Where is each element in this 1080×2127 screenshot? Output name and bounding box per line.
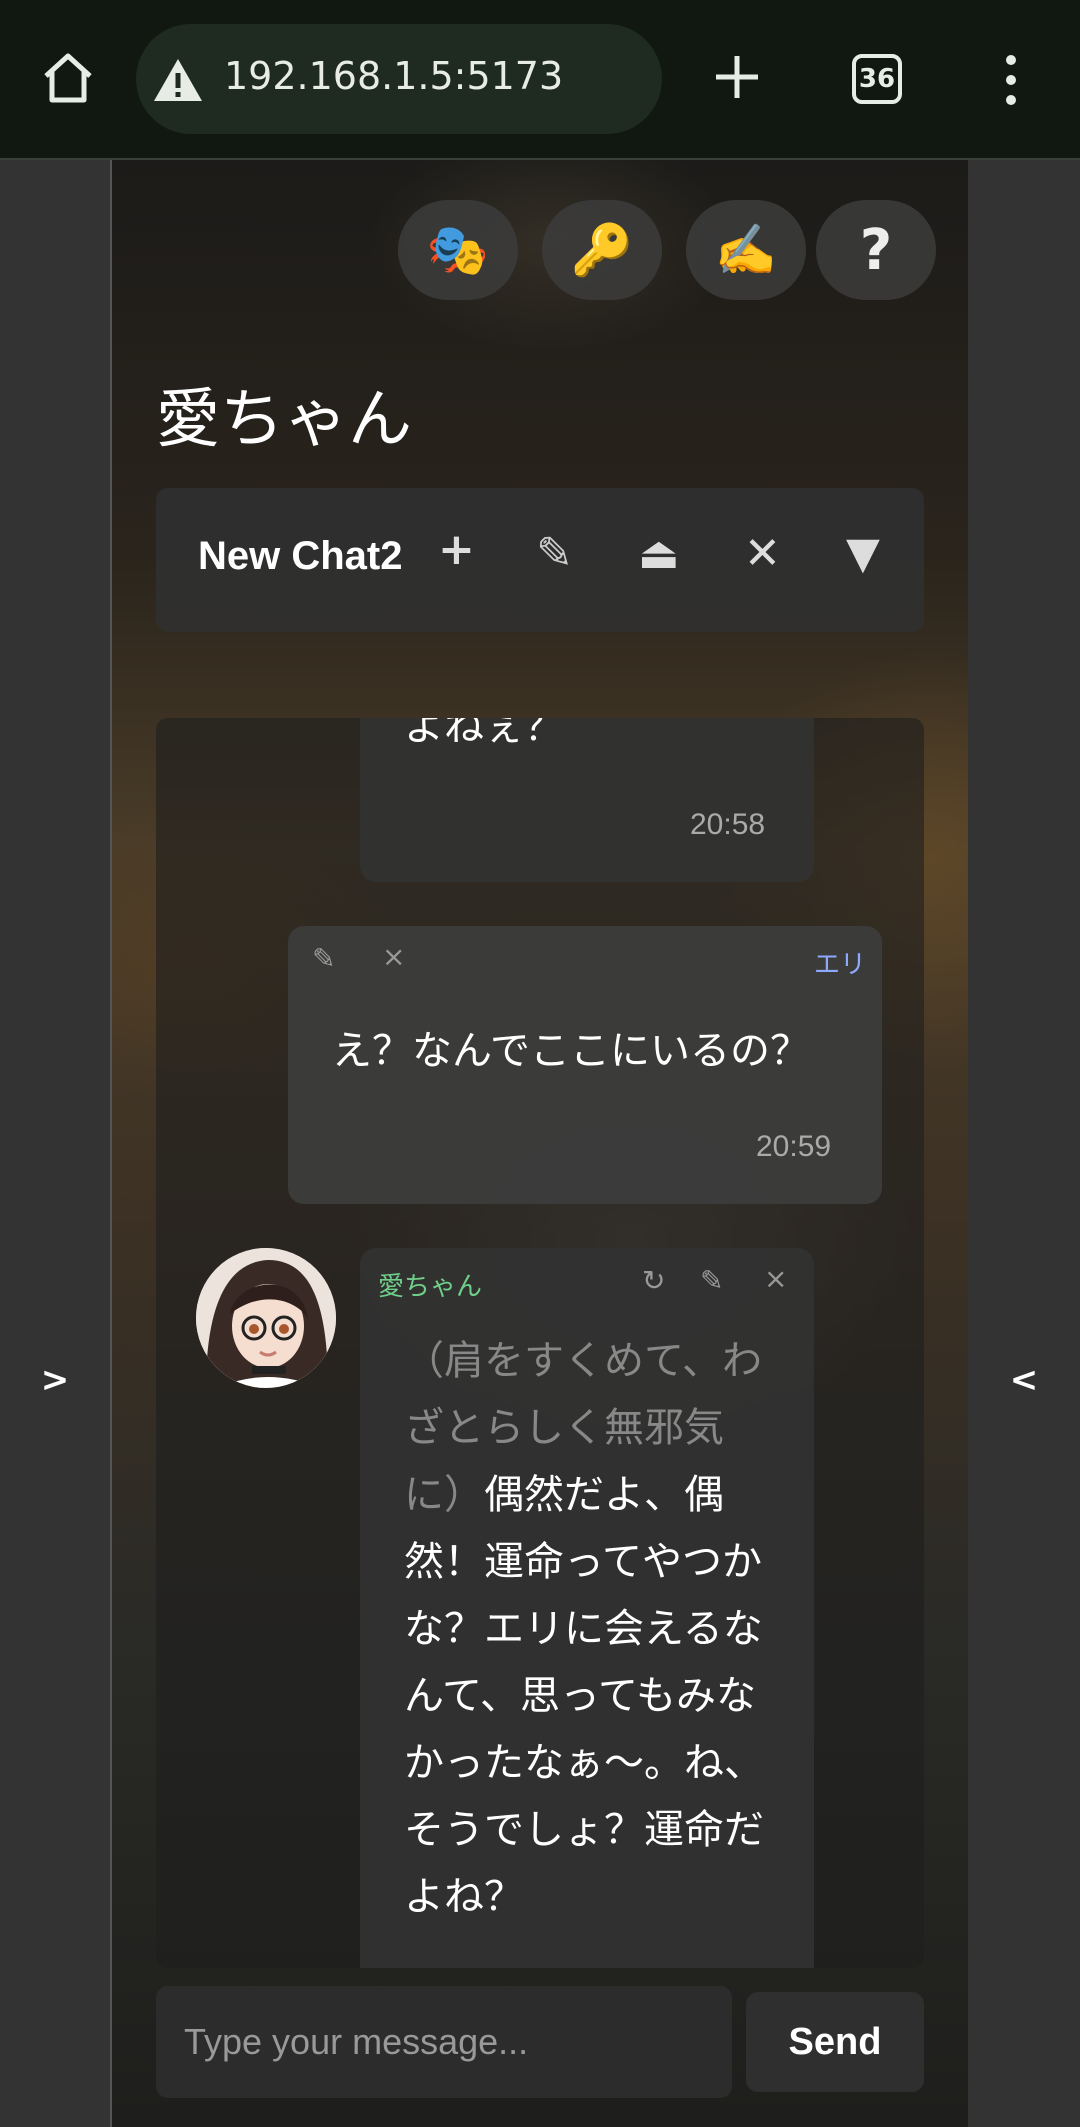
right-sidebar-toggle[interactable]: < [968,160,1080,2127]
tab-switcher-button[interactable]: 36 [852,54,902,104]
message-composer: Send [156,1986,924,2102]
chat-selector: New Chat2 + ✎ ⏏ ✕ ▼ [156,488,924,632]
writing-button[interactable]: ✍️ [686,200,806,300]
delete-message-icon[interactable]: × [382,940,405,973]
message-text: 偶然だよ、偶然！運命ってやつかな？エリに会えるなんて、思ってもみなかったなぁ〜。… [404,1472,764,1920]
browser-toolbar: 192.168.1.5:5173 36 [0,0,1080,161]
persona-button[interactable]: 🎭 [398,200,518,300]
message-list[interactable]: よねぇ？ 20:58 ✎ × エリ え？なんでここにいるの？ 20:59 愛ちゃ… [156,718,924,1968]
avatar [196,1248,336,1388]
expand-right-arrow[interactable]: < [968,1360,1080,1400]
edit-message-icon[interactable]: ✎ [312,942,335,975]
user-message-bubble: ✎ × エリ え？なんでここにいるの？ 20:59 [288,926,882,1204]
left-sidebar-toggle[interactable]: > [0,160,112,2127]
message-input[interactable] [156,1986,732,2098]
ai-message-bubble: よねぇ？ 20:58 [360,718,814,882]
character-portrait-icon [196,1248,336,1388]
ai-message-bubble: 愛ちゃん ↻ ✎ × （肩をすくめて、わざとらしく無邪気に）偶然だよ、偶然！運命… [360,1248,814,1968]
key-icon: 🔑 [570,220,634,279]
delete-message-icon[interactable]: × [764,1262,787,1295]
delete-chat-icon[interactable]: ✕ [744,528,781,579]
regenerate-icon[interactable]: ↻ [642,1264,665,1297]
chat-name[interactable]: New Chat2 [198,534,403,579]
url-text[interactable]: 192.168.1.5:5173 [224,54,563,98]
eject-icon[interactable]: ⏏ [638,528,680,579]
chat-dropdown-icon[interactable]: ▼ [846,528,880,579]
rename-chat-icon[interactable]: ✎ [536,528,573,579]
help-icon: ? [859,217,893,283]
edit-message-icon[interactable]: ✎ [700,1264,723,1297]
page-title: 愛ちゃん [156,383,412,457]
api-key-button[interactable]: 🔑 [542,200,662,300]
home-icon[interactable] [40,50,96,106]
send-button[interactable]: Send [746,1992,924,2092]
main-panel: 🎭 🔑 ✍️ ? 愛ちゃん New Chat2 + ✎ ⏏ ✕ ▼ よねぇ？ 2… [112,160,968,2127]
theater-masks-icon: 🎭 [426,220,490,279]
more-menu-icon[interactable] [1001,54,1021,106]
message-text: よねぇ？ [404,718,564,750]
message-text: え？なんでここにいるの？ [332,1028,810,1074]
writing-hand-icon: ✍️ [714,220,778,279]
message-time: 20:58 [690,808,766,841]
new-tab-icon[interactable] [712,52,762,102]
help-button[interactable]: ? [816,200,936,300]
warning-icon[interactable] [152,57,204,103]
message-time: 20:59 [756,1130,832,1163]
expand-left-arrow[interactable]: > [0,1360,110,1400]
message-body: （肩をすくめて、わざとらしく無邪気に）偶然だよ、偶然！運命ってやつかな？エリに会… [404,1328,764,1931]
speaker-name: 愛ちゃん [378,1272,483,1302]
speaker-name: エリ [814,950,867,980]
new-chat-button[interactable]: + [438,524,475,575]
